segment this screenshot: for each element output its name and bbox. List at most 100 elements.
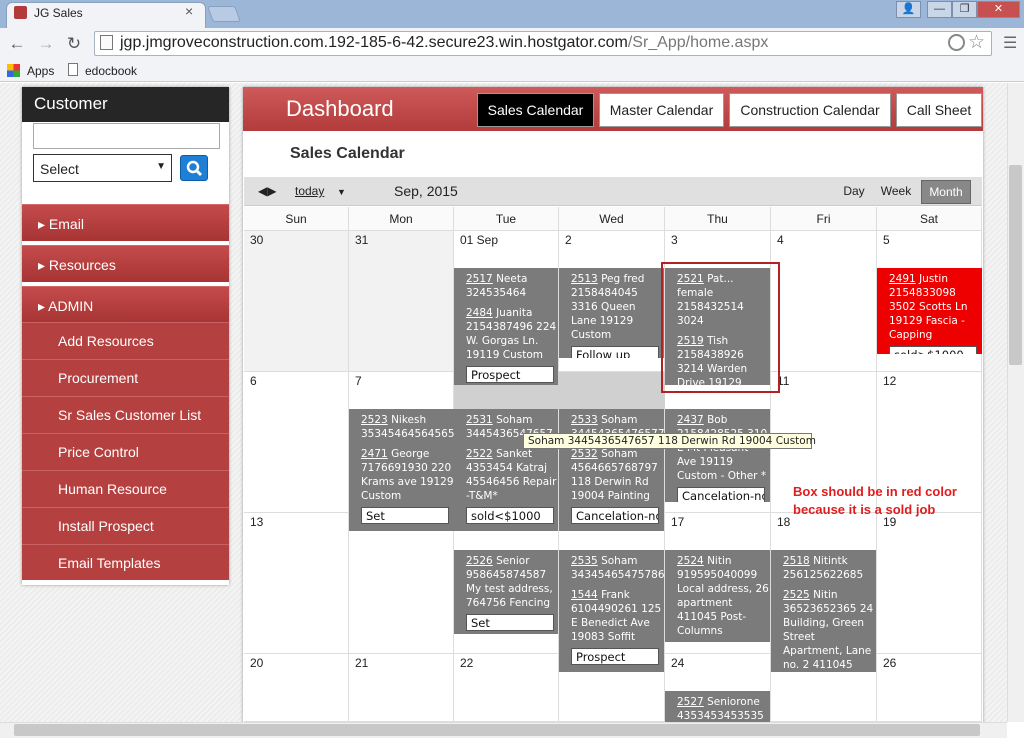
- day-number: 22: [460, 656, 474, 670]
- tab-sales-calendar[interactable]: Sales Calendar: [477, 93, 594, 127]
- event-box[interactable]: 2527 Seniorone 4353453453535: [665, 691, 770, 722]
- maximize-button[interactable]: ❐: [952, 1, 977, 18]
- sidebar-item-price-control[interactable]: Price Control: [22, 433, 229, 470]
- event-box[interactable]: 2533 Soham 344543654765772532 Soham 4564…: [559, 409, 664, 531]
- next-month-icon[interactable]: ▶: [267, 184, 276, 198]
- menu-icon[interactable]: ☰: [1003, 33, 1017, 53]
- minimize-button[interactable]: —: [927, 1, 952, 18]
- sidebar-item-email-templates[interactable]: Email Templates: [22, 544, 229, 580]
- event-status-select[interactable]: sold>$1000: [889, 346, 977, 354]
- tab-master-calendar[interactable]: Master Calendar: [599, 93, 724, 127]
- event-id-link[interactable]: 2525: [783, 589, 810, 601]
- annotation-note: Box should be in red color because it is…: [793, 484, 957, 517]
- sidebar-section-email[interactable]: ▸ Email: [22, 204, 229, 241]
- today-button[interactable]: today: [295, 184, 324, 198]
- sidebar-section-admin[interactable]: ▸ ADMIN: [22, 286, 229, 323]
- sidebar-item-human-resource[interactable]: Human Resource: [22, 470, 229, 507]
- event-status-select[interactable]: Follow up: [571, 346, 659, 358]
- dayname-wed: Wed: [559, 207, 665, 231]
- calendar-day-cell[interactable]: [349, 513, 454, 654]
- event-id-link[interactable]: 2517: [466, 273, 493, 285]
- event-status-select[interactable]: Prospect: [571, 648, 659, 665]
- chevron-down-icon[interactable]: ▼: [337, 187, 346, 197]
- event-id-link[interactable]: 2491: [889, 273, 916, 285]
- event-box[interactable]: 2513 Peg fred 2158484045 3316 Queen Lane…: [559, 268, 664, 358]
- star-icon[interactable]: ☆: [968, 31, 985, 54]
- event-box[interactable]: 2437 Bob 2158428525 310 E Mt Pleasant Av…: [665, 409, 770, 502]
- event-entry: 2535 Soham 343454654757868: [571, 554, 664, 582]
- new-tab-button[interactable]: [207, 6, 241, 22]
- horizontal-scroll-thumb[interactable]: [14, 724, 980, 736]
- event-box[interactable]: 2531 Soham 3445436547657 2522 Sanket 4353…: [454, 409, 558, 531]
- tab-close-icon[interactable]: ×: [185, 3, 193, 19]
- event-id-link[interactable]: 2471: [361, 448, 388, 460]
- event-status-select[interactable]: Prospect: [466, 366, 554, 383]
- event-id-link[interactable]: 2526: [466, 555, 493, 567]
- event-id-link[interactable]: 2527: [677, 696, 704, 708]
- forward-icon[interactable]: →: [35, 33, 57, 55]
- calendar-day-cell[interactable]: [349, 231, 454, 372]
- arrow-right-icon: ▸: [38, 257, 46, 273]
- event-box[interactable]: 2491 Justin 2154833098 3502 Scotts Ln 19…: [877, 268, 982, 354]
- event-id-link[interactable]: 2532: [571, 448, 598, 460]
- event-entry: 2484 Juanita 2154387496 224 W. Gorgas Ln…: [466, 306, 558, 362]
- event-id-link[interactable]: 2484: [466, 307, 493, 319]
- bookmarks-bar: [0, 60, 1024, 82]
- event-box[interactable]: 2517 Neeta 324535464 2484 Juanita 2154387…: [454, 268, 558, 385]
- event-entry: 2471 George 7176691930 220 Krams ave 191…: [361, 447, 454, 503]
- sidebar-item-sr-sales-customer-list[interactable]: Sr Sales Customer List: [22, 396, 229, 433]
- event-status-select[interactable]: sold<$1000: [466, 507, 554, 524]
- customer-search-input[interactable]: [33, 123, 220, 149]
- location-icon[interactable]: [948, 34, 965, 51]
- event-id-link[interactable]: 2523: [361, 414, 388, 426]
- calendar-day-cell[interactable]: [244, 372, 349, 513]
- calendar-day-cell[interactable]: [244, 513, 349, 654]
- sidebar-item-install-prospect[interactable]: Install Prospect: [22, 507, 229, 544]
- view-week-button[interactable]: Week: [876, 180, 916, 204]
- view-month-button[interactable]: Month: [921, 180, 971, 204]
- sidebar-item-procurement[interactable]: Procurement: [22, 359, 229, 396]
- event-box[interactable]: 2535 Soham 343454654757868 1544 Frank 610…: [559, 550, 664, 672]
- tab-call-sheet[interactable]: Call Sheet: [896, 93, 982, 127]
- event-id-link[interactable]: 2518: [783, 555, 810, 567]
- calendar-day-cell[interactable]: [771, 231, 877, 372]
- sidebar-section-resources[interactable]: ▸ Resources: [22, 245, 229, 282]
- calendar-day-cell[interactable]: [244, 231, 349, 372]
- event-box[interactable]: 2523 Nikesh 35345464564565456 2471 George…: [349, 409, 454, 531]
- event-id-link[interactable]: 1544: [571, 589, 598, 601]
- event-box[interactable]: 2518 Nitintk 256125622685 2525 Nitin 3652…: [771, 550, 876, 672]
- calendar-day-cell[interactable]: [877, 513, 982, 654]
- event-id-link[interactable]: 2513: [571, 273, 598, 285]
- bookmark-apps[interactable]: Apps: [27, 64, 54, 78]
- event-status-select[interactable]: Cancelation-no: [677, 487, 765, 502]
- customer-select[interactable]: Select ▼: [33, 154, 172, 182]
- event-id-link[interactable]: 2531: [466, 414, 493, 426]
- view-day-button[interactable]: Day: [838, 180, 870, 204]
- back-icon[interactable]: ←: [6, 33, 28, 55]
- event-id-link[interactable]: 2533: [571, 414, 598, 426]
- reload-icon[interactable]: ↻: [63, 33, 85, 55]
- tab-construction-calendar[interactable]: Construction Calendar: [729, 93, 891, 127]
- event-id-link[interactable]: 2437: [677, 414, 704, 426]
- profile-icon[interactable]: 👤: [896, 1, 921, 18]
- day-number: 20: [250, 656, 264, 670]
- event-id-link[interactable]: 2524: [677, 555, 704, 567]
- vertical-scroll-thumb[interactable]: [1009, 165, 1022, 365]
- event-entry: 2518 Nitintk 256125622685: [783, 554, 876, 582]
- bookmark-edocbook[interactable]: edocbook: [85, 64, 137, 78]
- event-entry: 2517 Neeta 324535464: [466, 272, 558, 300]
- sidebar-item-add-resources[interactable]: Add Resources: [22, 322, 229, 359]
- event-box[interactable]: 2524 Nitin 919595040099 Local address, 2…: [665, 550, 770, 642]
- search-icon: [186, 160, 203, 177]
- day-number: 5: [883, 233, 890, 247]
- event-id-link[interactable]: 2535: [571, 555, 598, 567]
- event-status-select[interactable]: Cancelation-no: [571, 507, 659, 524]
- event-box[interactable]: 2526 Senior 958645874587 My test address…: [454, 550, 558, 634]
- url-path: /Sr_App/home.aspx: [627, 34, 769, 51]
- prev-month-icon[interactable]: ◀: [258, 184, 267, 198]
- event-id-link[interactable]: 2522: [466, 448, 493, 460]
- event-status-select[interactable]: Set: [361, 507, 449, 524]
- search-button[interactable]: [180, 155, 208, 181]
- event-status-select[interactable]: Set: [466, 614, 554, 631]
- close-window-button[interactable]: ✕: [977, 1, 1020, 18]
